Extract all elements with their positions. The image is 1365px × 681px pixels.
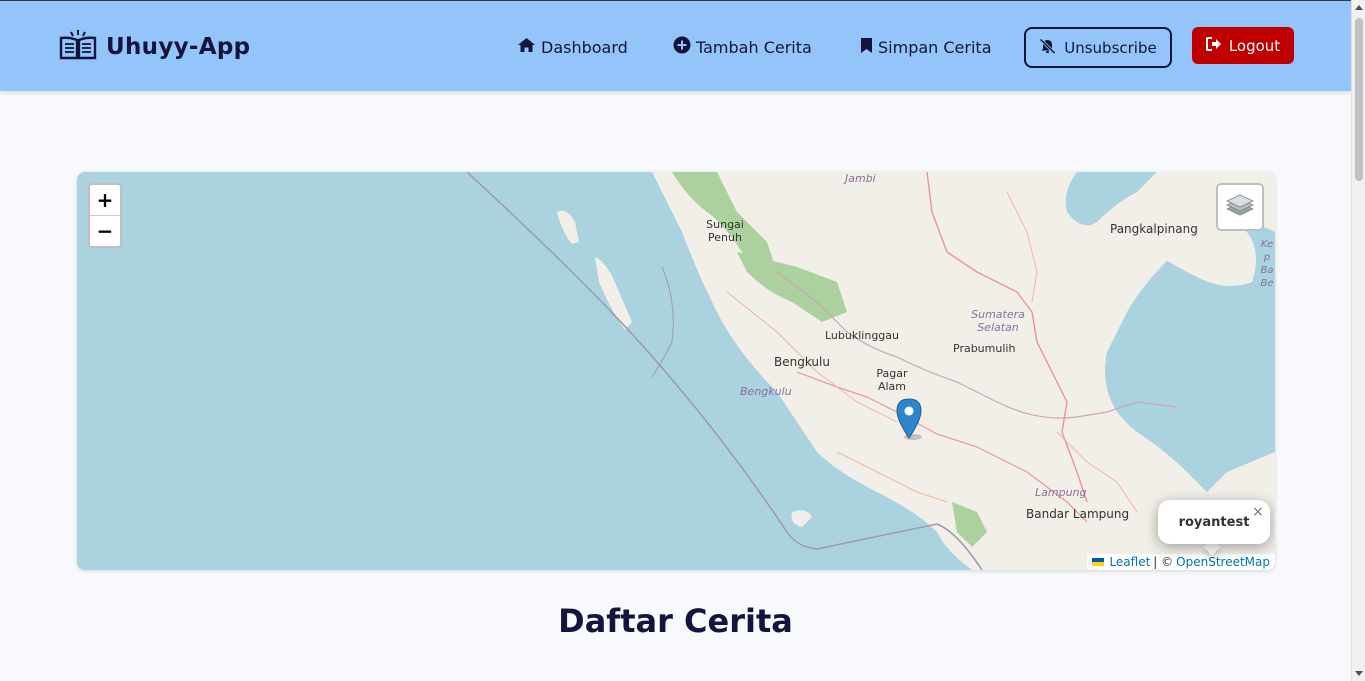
story-map[interactable]: Jambi Sungai Penuh Pangkalpinang Sumater… (77, 172, 1275, 570)
sign-out-icon (1205, 36, 1222, 55)
zoom-in-button[interactable]: + (90, 185, 120, 215)
layers-icon (1226, 192, 1254, 222)
nav-saved-story-label: Simpan Cerita (878, 37, 992, 57)
brand[interactable]: Uhuyy-App (58, 29, 250, 65)
ukraine-flag-icon (1092, 558, 1105, 566)
nav-add-story[interactable]: Tambah Cerita (673, 27, 812, 67)
bookmark-icon (860, 37, 873, 58)
nav-saved-story[interactable]: Simpan Cerita (860, 27, 992, 67)
map-label-prabumulih: Prabumulih (953, 342, 1016, 355)
zoom-out-button[interactable]: − (90, 215, 120, 246)
nav-dashboard[interactable]: Dashboard (517, 27, 628, 67)
scroll-thumb[interactable] (1355, 18, 1363, 181)
map-label-sumatera-selatan: Sumatera Selatan (971, 308, 1025, 334)
map-label-bengkulu-city: Bengkulu (774, 355, 830, 369)
map-label-lubuklinggau: Lubuklinggau (825, 329, 899, 342)
map-label-bengkulu-region: Bengkulu (740, 385, 792, 398)
map-label-bandar-lampung: Bandar Lampung (1026, 507, 1130, 521)
map-label-bel: Kep Ba Be (1260, 239, 1274, 289)
map-attribution: Leaflet | © OpenStreetMap (1087, 554, 1275, 570)
app-title: Uhuyy-App (106, 34, 251, 60)
map-marker-icon[interactable] (895, 398, 923, 444)
scroll-up-arrow-icon[interactable] (1355, 5, 1363, 10)
leaflet-link[interactable]: Leaflet (1109, 555, 1150, 569)
logout-label: Logout (1228, 36, 1281, 55)
attribution-separator: | © (1153, 555, 1174, 569)
page-scrollbar[interactable] (1351, 0, 1365, 681)
nav-add-story-label: Tambah Cerita (696, 37, 812, 57)
map-label-pagar-alam: Pagar Alam (876, 367, 908, 393)
layers-control-button[interactable] (1216, 183, 1264, 231)
app-header: Uhuyy-App Dashboard Tambah Cerita Simpan… (0, 0, 1351, 91)
logout-button[interactable]: Logout (1192, 27, 1294, 64)
popup-text: royantest (1178, 514, 1250, 530)
map-label-pangkalpinang: Pangkalpinang (1110, 222, 1198, 236)
zoom-control: + − (88, 183, 122, 248)
unsubscribe-label: Unsubscribe (1064, 38, 1157, 57)
map-label-jambi: Jambi (845, 172, 876, 185)
plus-circle-icon (673, 36, 691, 58)
popup-close-button[interactable]: × (1252, 504, 1264, 520)
unsubscribe-button[interactable]: Unsubscribe (1024, 27, 1172, 68)
nav-dashboard-label: Dashboard (541, 37, 628, 57)
map-label-sungai-penuh: Sungai Penuh (706, 218, 744, 244)
openstreetmap-link[interactable]: OpenStreetMap (1176, 555, 1270, 569)
map-label-lampung: Lampung (1035, 486, 1087, 499)
home-icon (517, 37, 536, 57)
section-title: Daftar Cerita (558, 602, 793, 640)
book-icon (58, 29, 98, 65)
bell-slash-icon (1039, 37, 1056, 58)
scroll-down-arrow-icon[interactable] (1355, 671, 1363, 676)
